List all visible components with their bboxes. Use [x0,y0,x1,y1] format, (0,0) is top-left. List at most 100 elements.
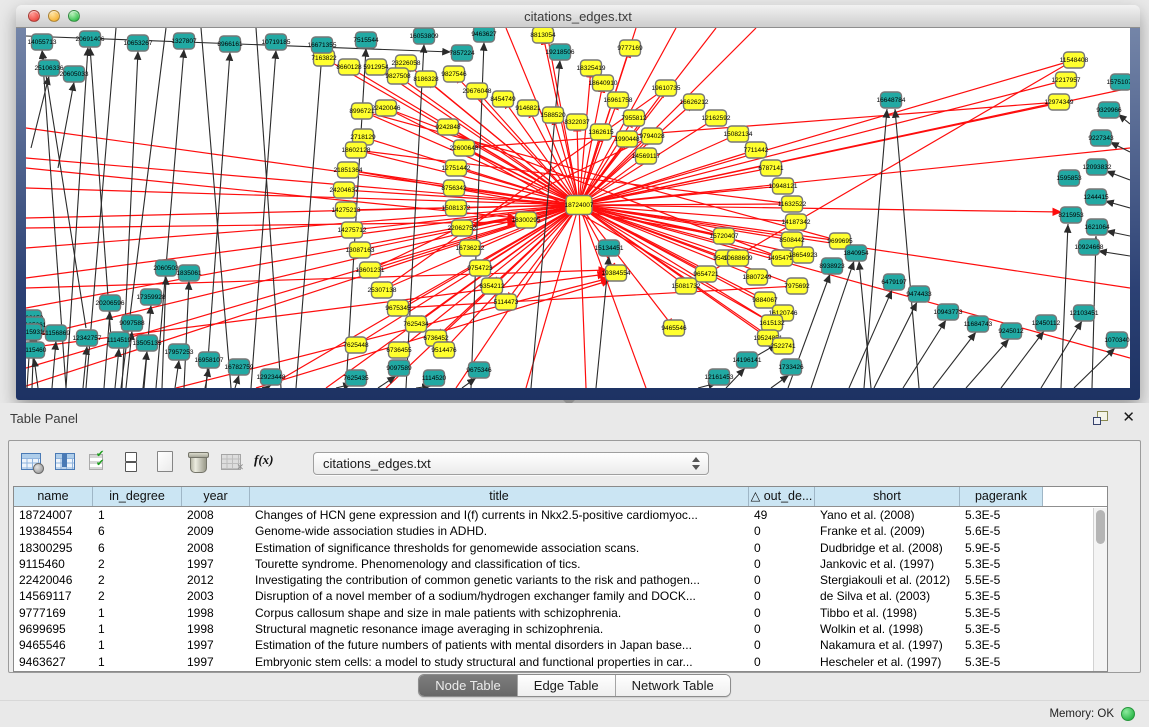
graph-node-yellow[interactable]: 9794028 [639,128,665,144]
graph-node-teal[interactable]: 9227343 [1088,130,1114,146]
tab-node-table[interactable]: Node Table [419,675,518,696]
column-header-pagerank[interactable]: pagerank [960,487,1043,506]
table-cell[interactable]: Nakamura et al. (1997) [815,637,960,653]
graph-node-teal[interactable]: 9245012 [998,323,1024,339]
table-cell[interactable]: Investigating the contribution of common… [250,572,749,588]
graph-node-yellow[interactable]: 15081732 [672,278,701,294]
table-cell[interactable]: 0 [749,523,815,539]
table-cell[interactable]: 2008 [182,507,250,523]
graph-node-yellow[interactable]: 1362615 [588,124,614,140]
graph-node-teal[interactable]: 1840954 [843,245,869,261]
edge[interactable] [398,286,797,308]
table-cell[interactable]: 0 [749,637,815,653]
graph-node-teal[interactable]: 7515544 [353,32,379,48]
table-cell[interactable]: Yano et al. (2008) [815,507,960,523]
graph-node-teal[interactable]: 8938923 [819,258,845,274]
float-panel-icon[interactable] [1093,411,1108,425]
graph-node-yellow[interactable]: 9827508 [385,68,411,84]
graph-node-teal[interactable]: 10943773 [934,304,963,320]
edge[interactable] [579,28,716,205]
graph-node-yellow[interactable]: 6736455 [386,342,412,358]
network-view[interactable]: 1872400771638228660128591295423226058982… [26,28,1130,388]
graph-node-teal[interactable]: 20691406 [76,31,105,47]
table-cell[interactable]: 0 [749,605,815,621]
table-cell[interactable]: 1 [93,621,182,637]
graph-node-yellow[interactable]: 7975692 [784,278,810,294]
memory-ok-indicator[interactable] [1121,707,1135,721]
graph-node-yellow[interactable]: 9827546 [441,66,467,82]
graph-node-teal[interactable]: 9329966 [1096,102,1122,118]
table-row[interactable]: 1456911722003Disruption of a novel membe… [14,588,1107,604]
graph-node-yellow[interactable]: 8660128 [336,59,362,75]
graph-node-teal[interactable]: 11156869 [42,325,70,341]
table-cell[interactable]: Estimation of the future numbers of pati… [250,637,749,653]
graph-node-teal[interactable]: 16782759 [225,359,254,375]
table-cell[interactable]: Changes of HCN gene expression and I(f) … [250,507,749,523]
edge[interactable] [58,82,74,168]
graph-node-yellow[interactable]: 19610735 [652,80,681,96]
graph-node-yellow[interactable]: 18807249 [743,269,772,285]
table-cell[interactable]: 2008 [182,540,250,556]
graph-node-teal[interactable]: 8215953 [1058,207,1084,223]
edge[interactable] [1061,224,1068,388]
graph-node-yellow[interactable]: 16626212 [680,94,709,110]
table-cell[interactable]: 2003 [182,588,250,604]
graph-node-teal[interactable]: 1595853 [1056,170,1082,186]
edge[interactable] [1110,142,1130,152]
graph-node-yellow[interactable]: 12974349 [1045,94,1074,110]
table-cell[interactable]: 9115460 [14,556,93,572]
zoom-window-button[interactable] [68,10,80,22]
graph-node-yellow[interactable]: 11548408 [1060,52,1089,68]
graph-node-teal[interactable]: 11684743 [964,316,993,332]
graph-node-yellow[interactable]: 24204637 [330,182,359,198]
graph-node-teal[interactable]: 19218506 [546,44,575,60]
edge[interactable] [1098,251,1130,256]
table-cell[interactable]: 9777169 [14,605,93,621]
table-row[interactable]: 969969511998Structural magnetic resonanc… [14,621,1107,637]
edge[interactable] [579,204,792,205]
graph-node-yellow[interactable]: 12751442 [442,160,471,176]
table-row[interactable]: 2242004622012Investigating the contribut… [14,572,1107,588]
graph-node-yellow[interactable]: 16961758 [604,92,633,108]
table-cell[interactable]: 2009 [182,523,250,539]
graph-node-teal[interactable]: 8966161 [217,36,243,52]
graph-node-teal[interactable]: 7625435 [343,370,369,386]
graph-node-teal[interactable]: 12450112 [1032,315,1061,331]
graph-node-yellow[interactable]: 8186328 [413,71,439,87]
graph-node-teal[interactable]: 9463627 [471,28,497,42]
graph-node-yellow[interactable]: 29676048 [463,83,492,99]
minimize-window-button[interactable] [48,10,60,22]
graph-node-yellow[interactable]: 1588520 [540,107,566,123]
edge[interactable] [903,320,946,388]
table-cell[interactable]: 19384554 [14,523,93,539]
graph-node-teal[interactable]: 12342757 [73,330,102,346]
table-cell[interactable]: Tibbo et al. (1998) [815,605,960,621]
graph-node-teal[interactable]: 16958107 [195,352,224,368]
table-cell[interactable]: 5.3E-5 [960,605,1043,621]
table-cell[interactable]: 1998 [182,621,250,637]
trash-icon[interactable] [185,448,211,474]
edge[interactable] [579,148,1130,205]
column-header-out_de[interactable]: △ out_de... [749,487,815,506]
table-cell[interactable]: 14569117 [14,588,93,604]
graph-node-teal[interactable]: 13505135 [133,335,162,351]
graph-node-yellow[interactable]: 7625434 [403,316,429,332]
graph-node-yellow[interactable]: 16736212 [456,240,485,256]
table-cell[interactable]: 0 [749,654,815,670]
table-cell[interactable]: 9463627 [14,654,93,670]
table-cell[interactable]: 6 [93,540,182,556]
edge[interactable] [235,375,239,388]
table-cell[interactable]: 22420046 [14,572,93,588]
graph-node-yellow[interactable]: 18654923 [789,247,818,263]
table-row[interactable]: 911546021997Tourette syndrome. Phenomeno… [14,556,1107,572]
table-cell[interactable]: Tourette syndrome. Phenomenology and cla… [250,556,749,572]
graph-node-yellow[interactable]: 9777169 [617,40,643,56]
edge[interactable] [1074,348,1115,388]
edge[interactable] [771,375,789,388]
graph-node-teal[interactable]: 7857224 [449,45,475,61]
graph-node-teal[interactable]: 6479197 [881,274,907,290]
table-row[interactable]: 1872400712008Changes of HCN gene express… [14,507,1107,523]
graph-node-teal[interactable]: 16053809 [410,28,439,44]
table-cell[interactable]: 5.3E-5 [960,637,1043,653]
graph-node-yellow[interactable]: 18602128 [342,142,371,158]
